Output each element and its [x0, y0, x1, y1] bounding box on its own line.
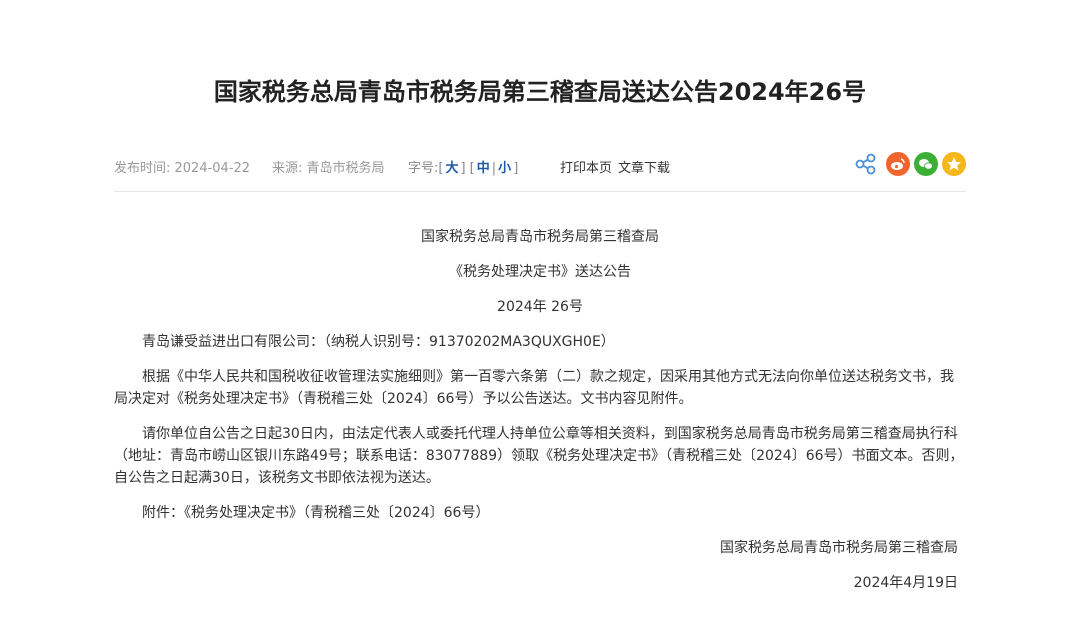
download-button[interactable]: 文章下载 [618, 157, 670, 176]
article-body: 国家税务总局青岛市税务局第三稽查局 《税务处理决定书》送达公告 2024年 26… [114, 226, 966, 594]
font-size-control: 字号:[大] [中 | 小] [408, 161, 519, 176]
print-button[interactable]: 打印本页 [560, 157, 612, 176]
share-icon[interactable] [854, 152, 878, 176]
separator: ] [460, 161, 466, 176]
doc-number: 2024年 26号 [497, 299, 583, 315]
attachment: 附件：《税务处理决定书》（青税稽三处〔2024〕66号） [142, 505, 490, 521]
doc-name: 《税务处理决定书》送达公告 [449, 264, 631, 280]
font-small-button[interactable]: 小 [498, 161, 511, 176]
paragraph-1: 根据《中华人民共和国税收征收管理法实施细则》第一百零六条第（二）款之规定，因采用… [114, 369, 954, 407]
addressee: 青岛谦受益进出口有限公司：（纳税人识别号：91370202MA3QUXGH0E） [142, 334, 615, 350]
wechat-icon-graphic [919, 159, 933, 170]
star-icon-graphic [947, 157, 961, 171]
font-large-button[interactable]: 大 [445, 161, 458, 176]
weibo-icon-graphic [891, 158, 905, 170]
weibo-icon[interactable] [886, 152, 910, 176]
signature: 国家税务总局青岛市税务局第三稽查局 [720, 540, 958, 556]
paragraph-2: 请你单位自公告之日起30日内，由法定代表人或委托代理人持单位公章等相关资料，到国… [114, 426, 964, 486]
favorite-icon[interactable] [942, 152, 966, 176]
separator: | [491, 161, 497, 176]
font-medium-button[interactable]: 中 [477, 161, 490, 176]
issuing-org: 国家税务总局青岛市税务局第三稽查局 [421, 229, 659, 245]
share-icon-graphic [855, 153, 876, 175]
wechat-icon[interactable] [914, 152, 938, 176]
divider [114, 191, 966, 192]
date: 2024年4月19日 [853, 575, 958, 591]
publish-time: 发布时间: 2024-04-22 [114, 161, 251, 176]
article-meta: 发布时间: 2024-04-22 来源: 青岛市税务局 字号:[大] [中 | 小]… [114, 157, 966, 176]
font-size-label: 字号:[ [408, 161, 444, 176]
source: 来源: 青岛市税务局 [272, 161, 385, 176]
page-title: 国家税务总局青岛市税务局第三稽查局送达公告2024年26号 [213, 78, 867, 106]
